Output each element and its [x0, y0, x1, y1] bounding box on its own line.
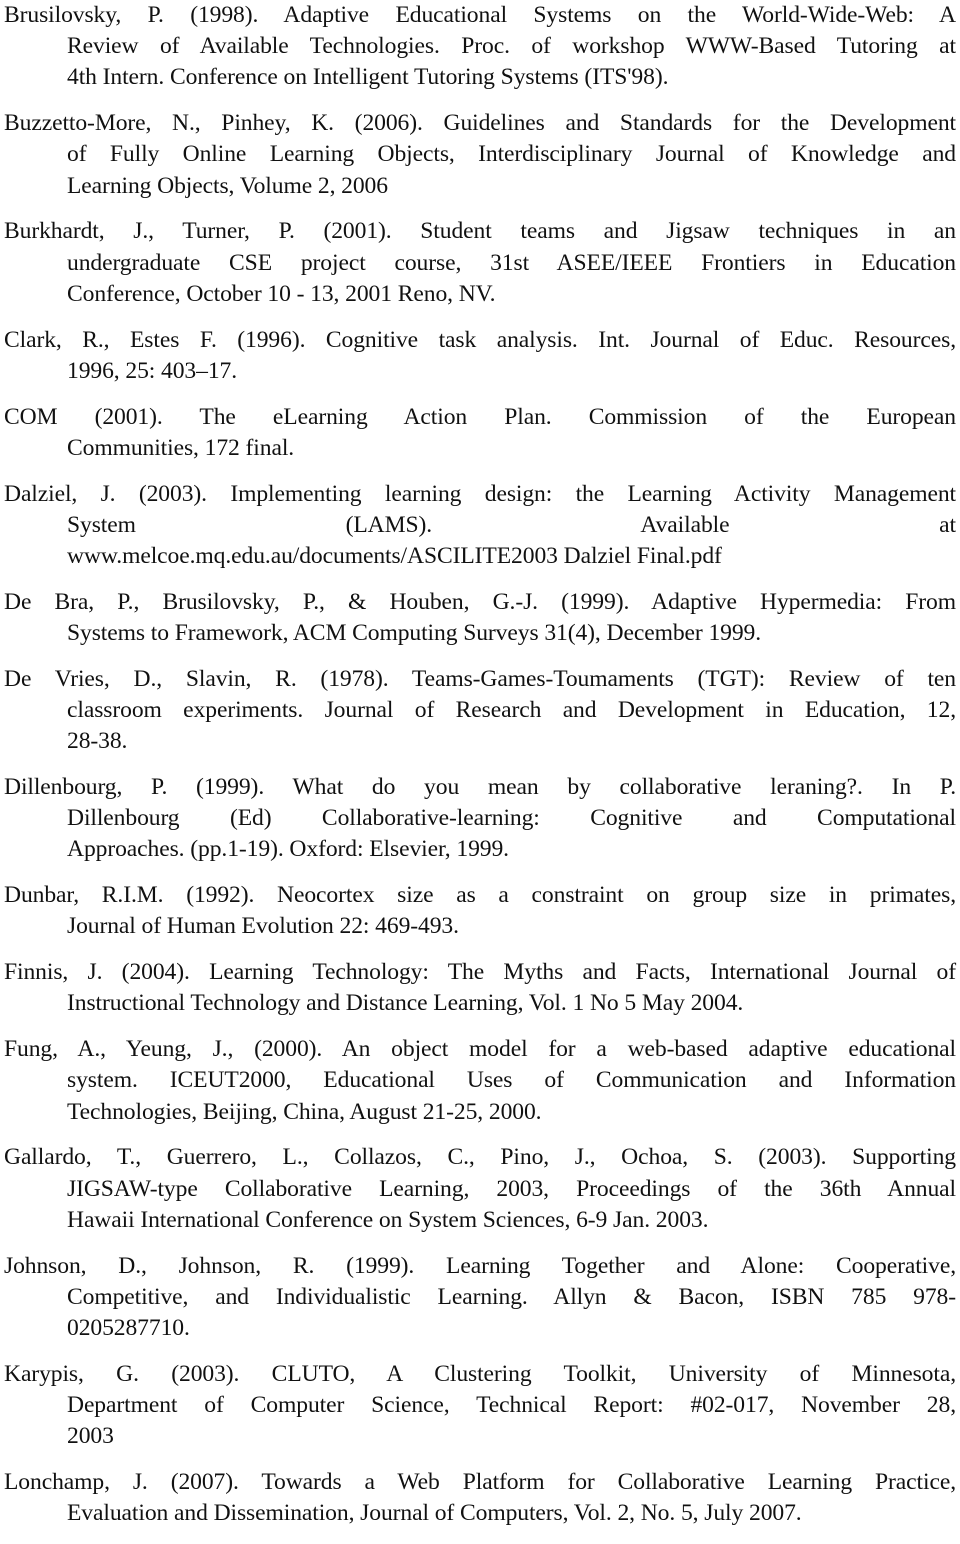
reference-list: Brusilovsky, P. (1998). Adaptive Educati… — [4, 0, 956, 1544]
reference-line: 1996, 25: 403–17. — [67, 357, 238, 384]
reference-line: Johnson, D., Johnson, R. (1999). Learnin… — [4, 1252, 956, 1279]
reference-line: Burkhardt, J., Turner, P. (2001). Studen… — [4, 218, 956, 245]
reference-entry: Fung, A., Yeung, J., (2000). An object m… — [4, 1034, 956, 1128]
reference-entry: COM (2001). The eLearning Action Plan. C… — [4, 402, 956, 464]
reference-entry: Johnson, D., Johnson, R. (1999). Learnin… — [4, 1251, 956, 1345]
reference-line: Technologies, Beijing, China, August 21-… — [67, 1098, 542, 1125]
reference-line: JIGSAW-type Collaborative Learning, 2003… — [67, 1175, 956, 1202]
reference-line: COM (2001). The eLearning Action Plan. C… — [4, 403, 956, 430]
reference-entry: Clark, R., Estes F. (1996). Cognitive ta… — [4, 325, 956, 387]
reference-line: Dunbar, R.I.M. (1992). Neocortex size as… — [4, 882, 956, 909]
reference-line: 2003 — [67, 1423, 114, 1450]
reference-line: Journal of Human Evolution 22: 469-493. — [67, 913, 459, 940]
reference-line: Instructional Technology and Distance Le… — [67, 990, 744, 1017]
reference-entry: Gallardo, T., Guerrero, L., Collazos, C.… — [4, 1142, 956, 1236]
reference-line: Conference, October 10 - 13, 2001 Reno, … — [67, 280, 496, 307]
reference-line: Systems to Framework, ACM Computing Surv… — [67, 620, 762, 647]
reference-line: Evaluation and Dissemination, Journal of… — [67, 1500, 802, 1527]
reference-entry: Dunbar, R.I.M. (1992). Neocortex size as… — [4, 880, 956, 942]
reference-line: Communities, 172 final. — [67, 434, 295, 461]
reference-line: classroom experiments. Journal of Resear… — [67, 697, 956, 724]
reference-line: Dillenbourg, P. (1999). What do you mean… — [4, 774, 956, 801]
reference-line: of Fully Online Learning Objects, Interd… — [67, 141, 956, 168]
reference-entry: De Bra, P., Brusilovsky, P., & Houben, G… — [4, 587, 956, 649]
reference-line: undergraduate CSE project course, 31st A… — [67, 249, 956, 276]
reference-line: Lonchamp, J. (2007). Towards a Web Platf… — [4, 1469, 956, 1496]
reference-entry: Buzzetto-More, N., Pinhey, K. (2006). Gu… — [4, 108, 956, 202]
reference-entry: Finnis, J. (2004). Learning Technology: … — [4, 957, 956, 1019]
reference-line: Dalziel, J. (2003). Implementing learnin… — [4, 480, 956, 507]
reference-entry: Dillenbourg, P. (1999). What do you mean… — [4, 772, 956, 866]
reference-line: Competitive, and Individualistic Learnin… — [67, 1283, 956, 1310]
reference-line: Learning Objects, Volume 2, 2006 — [67, 172, 388, 199]
reference-line: Finnis, J. (2004). Learning Technology: … — [4, 959, 956, 986]
reference-line: De Vries, D., Slavin, R. (1978). Teams-G… — [4, 665, 956, 692]
reference-line: De Bra, P., Brusilovsky, P., & Houben, G… — [4, 588, 956, 615]
reference-line: Karypis, G. (2003). CLUTO, A Clustering … — [4, 1360, 956, 1387]
reference-entry: Lonchamp, J. (2007). Towards a Web Platf… — [4, 1467, 956, 1529]
reference-line: Fung, A., Yeung, J., (2000). An object m… — [4, 1036, 956, 1063]
reference-line: 28-38. — [67, 728, 128, 755]
reference-entry: Brusilovsky, P. (1998). Adaptive Educati… — [4, 0, 956, 94]
reference-line: Dillenbourg (Ed) Collaborative-learning:… — [67, 805, 956, 832]
reference-entry: Karypis, G. (2003). CLUTO, A Clustering … — [4, 1359, 956, 1453]
reference-line: Clark, R., Estes F. (1996). Cognitive ta… — [4, 326, 956, 353]
reference-line: Brusilovsky, P. (1998). Adaptive Educati… — [4, 2, 956, 28]
reference-line: 4th Intern. Conference on Intelligent Tu… — [67, 64, 669, 91]
reference-line: Gallardo, T., Guerrero, L., Collazos, C.… — [4, 1144, 956, 1171]
reference-line: system. ICEUT2000, Educational Uses of C… — [67, 1067, 956, 1094]
reference-line: Hawaii International Conference on Syste… — [67, 1206, 709, 1233]
reference-url: www.melcoe.mq.edu.au/documents/ASCILITE2… — [67, 543, 722, 570]
reference-line: Review of Available Technologies. Proc. … — [67, 33, 956, 60]
reference-line: Department of Computer Science, Technica… — [67, 1392, 956, 1419]
reference-line: Buzzetto-More, N., Pinhey, K. (2006). Gu… — [4, 110, 956, 137]
reference-entry: Burkhardt, J., Turner, P. (2001). Studen… — [4, 216, 956, 310]
reference-entry: Dalziel, J. (2003). Implementing learnin… — [4, 479, 956, 573]
reference-entry: De Vries, D., Slavin, R. (1978). Teams-G… — [4, 664, 956, 758]
reference-line: 0205287710. — [67, 1315, 190, 1342]
reference-line: Approaches. (pp.1-19). Oxford: Elsevier,… — [67, 836, 509, 863]
reference-line: System (LAMS). Available at — [67, 511, 956, 538]
